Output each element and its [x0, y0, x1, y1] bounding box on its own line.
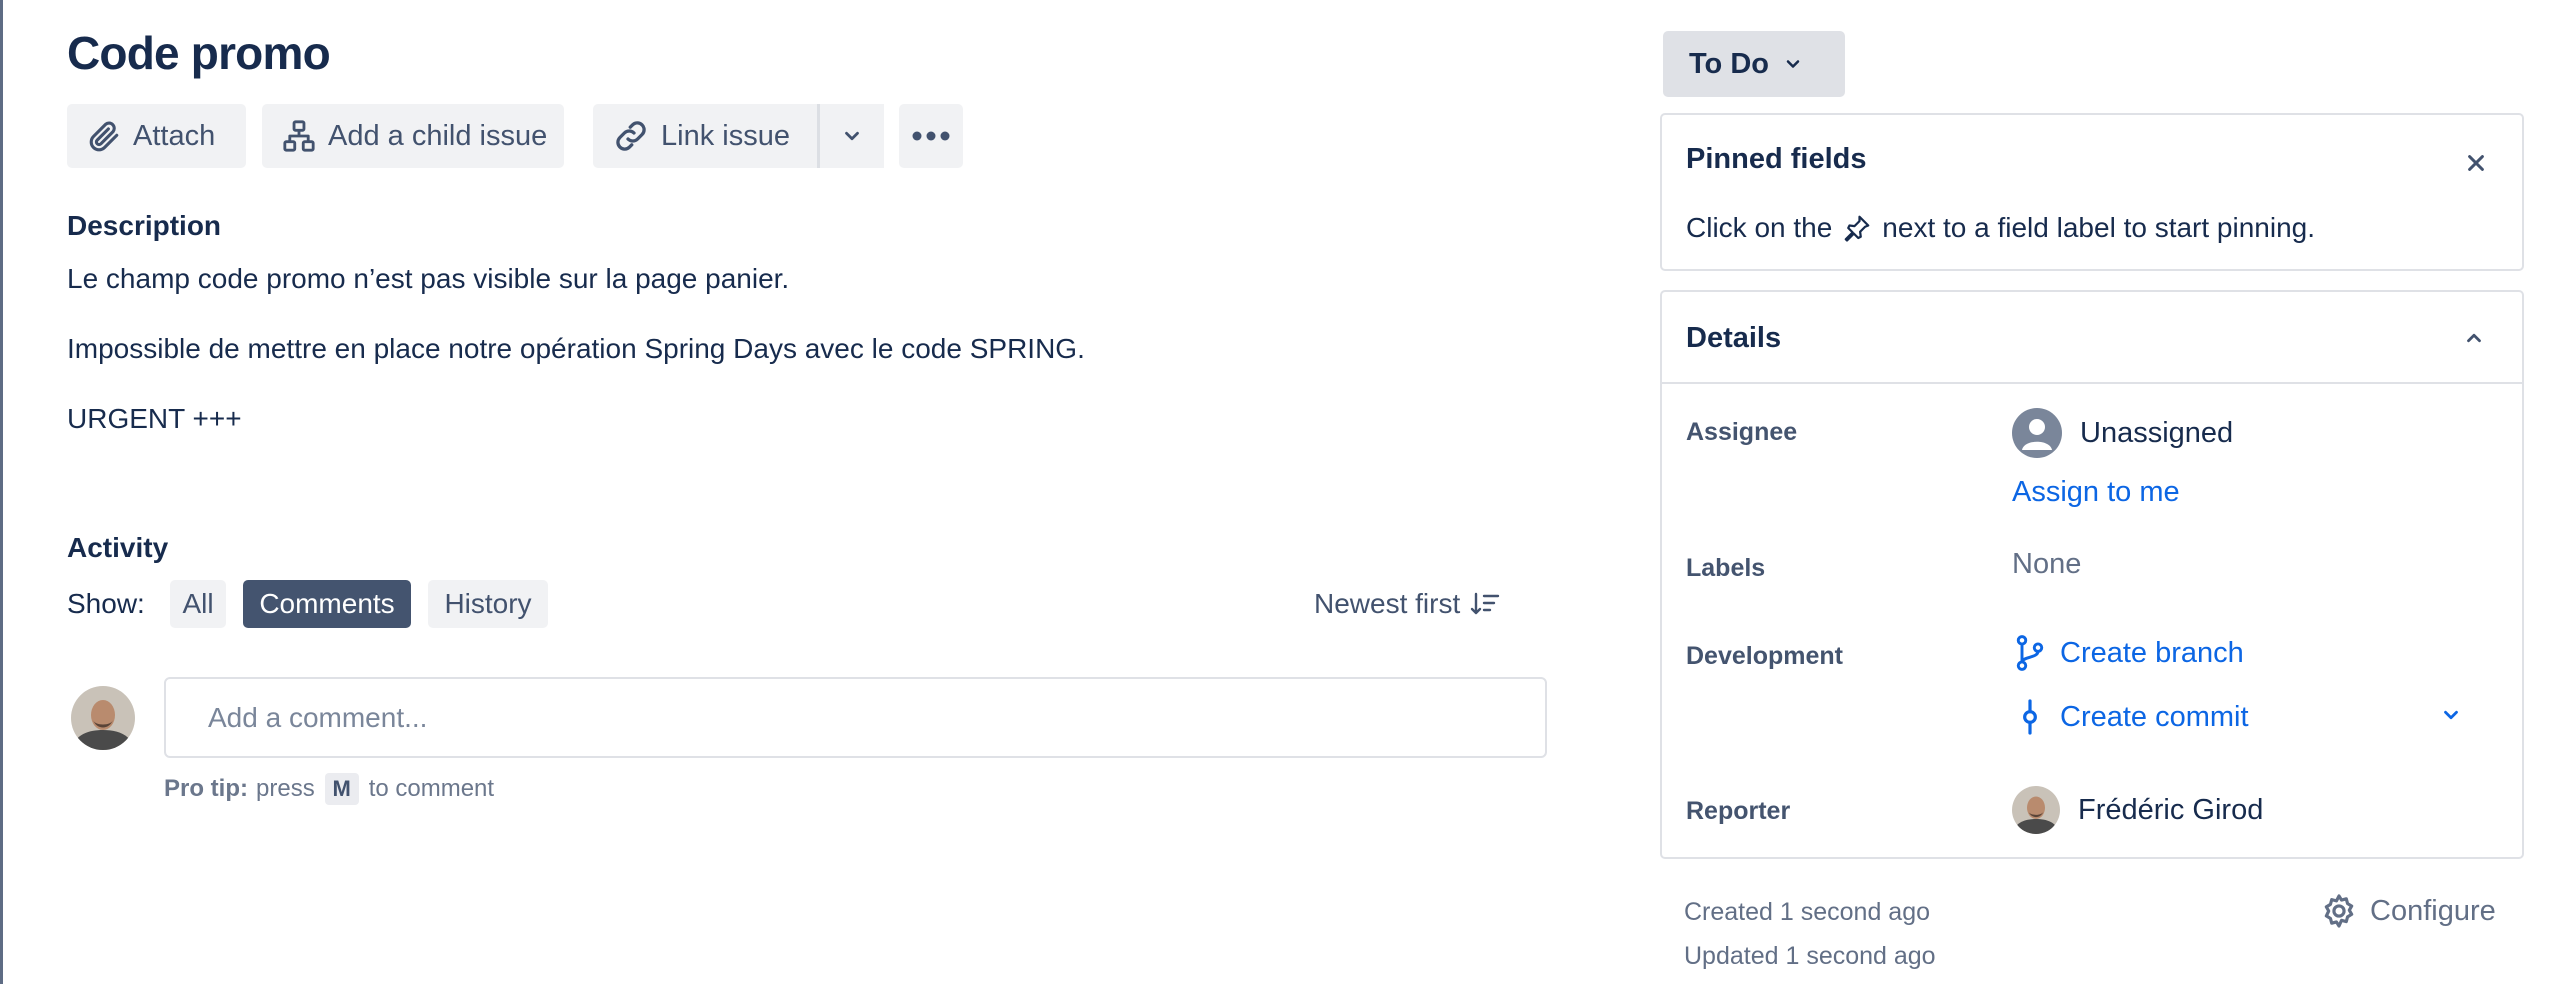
chevron-down-icon	[845, 131, 859, 141]
create-commit-link[interactable]: Create commit	[2014, 698, 2249, 736]
protip-bold: Pro tip:	[164, 775, 248, 802]
create-commit-label: Create commit	[2060, 700, 2249, 733]
sort-order-button[interactable]: Newest first	[1314, 580, 1500, 628]
close-pinned-button[interactable]	[2456, 143, 2496, 183]
chevron-up-icon	[2467, 333, 2481, 343]
create-branch-link[interactable]: Create branch	[2014, 634, 2244, 672]
collapse-details-button[interactable]	[2454, 318, 2494, 358]
add-child-label: Add a child issue	[328, 119, 548, 152]
description-paragraph: Impossible de mettre en place notre opér…	[67, 333, 1085, 364]
comment-input[interactable]: Add a comment...	[164, 677, 1547, 758]
more-actions-button[interactable]	[899, 104, 963, 168]
reporter-field[interactable]: Frédéric Girod	[2012, 786, 2263, 834]
link-icon	[616, 121, 646, 151]
attach-label: Attach	[133, 119, 216, 152]
protip-pre: press	[256, 775, 315, 802]
pinned-instructions: Click on the next to a field label to st…	[1686, 212, 2315, 244]
development-label: Development	[1686, 642, 1843, 670]
paperclip-icon	[89, 121, 119, 152]
assignee-field[interactable]: Unassigned	[2012, 408, 2233, 458]
reporter-avatar	[2012, 786, 2060, 834]
details-header[interactable]: Details	[1660, 290, 2524, 384]
attach-button[interactable]: Attach	[67, 104, 246, 168]
labels-field[interactable]: None	[2012, 548, 2081, 581]
details-title: Details	[1686, 322, 1782, 354]
filter-history[interactable]: History	[428, 580, 548, 628]
pinned-fields-title: Pinned fields	[1686, 143, 1867, 175]
assignee-label: Assignee	[1686, 418, 1798, 446]
assignee-value: Unassigned	[2080, 416, 2234, 449]
pinned-fields-panel: Pinned fields Click on the next to a fie…	[1660, 113, 2524, 271]
commit-icon	[2023, 699, 2037, 735]
activity-filter-row: Show: All Comments History Newest first	[67, 580, 1547, 628]
sort-label: Newest first	[1314, 588, 1461, 619]
window-edge	[0, 0, 3, 984]
show-label: Show:	[67, 588, 145, 619]
shortcut-key: M	[324, 773, 359, 805]
protip-post: to comment	[368, 775, 495, 802]
chevron-down-icon	[2444, 710, 2458, 720]
development-expand-button[interactable]	[2440, 704, 2462, 731]
labels-label: Labels	[1686, 554, 1766, 582]
gear-icon	[2324, 894, 2354, 928]
updated-timestamp: Updated 1 second ago	[1684, 942, 1936, 970]
current-user-avatar	[71, 686, 135, 750]
sort-icon	[1471, 592, 1500, 615]
more-icon	[912, 131, 950, 141]
configure-button[interactable]: Configure	[2320, 892, 2496, 930]
assign-to-me-link[interactable]: Assign to me	[2012, 476, 2180, 509]
status-label: To Do	[1689, 47, 1769, 80]
chevron-down-icon	[1786, 60, 1800, 68]
configure-label: Configure	[2370, 894, 2496, 927]
status-dropdown[interactable]: To Do	[1663, 31, 1845, 97]
comment-placeholder: Add a comment...	[208, 701, 428, 733]
description-paragraph: Le champ code promo n’est pas visible su…	[67, 263, 790, 294]
filter-comments[interactable]: Comments	[243, 580, 411, 628]
add-child-issue-button[interactable]: Add a child issue	[262, 104, 564, 168]
pinned-text-before: Click on the	[1686, 212, 1833, 243]
issue-title[interactable]: Code promo	[67, 26, 331, 80]
pro-tip: Pro tip: press M to comment	[164, 773, 494, 805]
created-timestamp: Created 1 second ago	[1684, 898, 1931, 926]
details-body: Assignee Unassigned Assign to me Labels …	[1660, 382, 2524, 859]
pin-icon	[1842, 213, 1872, 243]
pinned-text-after: next to a field label to start pinning.	[1882, 212, 2316, 243]
branch-icon	[2016, 635, 2044, 671]
activity-heading: Activity	[67, 532, 169, 563]
description-heading: Description	[67, 210, 222, 241]
create-branch-label: Create branch	[2060, 636, 2244, 669]
unassigned-avatar-icon	[2012, 408, 2062, 458]
link-issue-label: Link issue	[661, 119, 790, 152]
link-options-dropdown[interactable]	[820, 104, 884, 168]
close-icon	[2468, 155, 2484, 171]
reporter-label: Reporter	[1686, 797, 1791, 825]
hierarchy-icon	[283, 120, 315, 152]
description-paragraph: URGENT +++	[67, 403, 242, 434]
filter-all[interactable]: All	[170, 580, 226, 628]
reporter-value: Frédéric Girod	[2078, 793, 2264, 826]
